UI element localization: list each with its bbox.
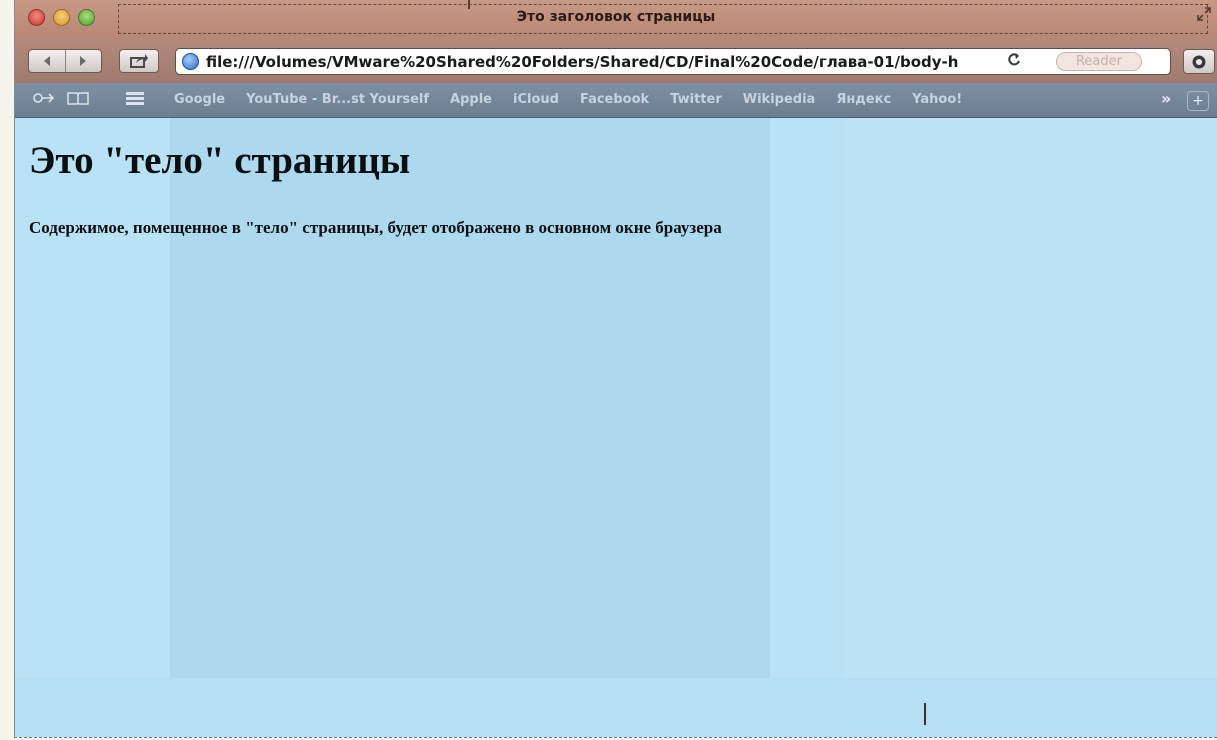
- page-paragraph: Содержимое, помещенное в "тело" страницы…: [29, 218, 722, 237]
- bookmark-icloud[interactable]: iCloud: [513, 92, 559, 107]
- top-sites-grid-icon[interactable]: [125, 91, 145, 109]
- bookmark-twitter[interactable]: Twitter: [670, 92, 722, 107]
- reload-icon[interactable]: [1007, 52, 1021, 72]
- bookmark-yandex[interactable]: Яндекс: [836, 92, 891, 107]
- page-heading: Это "тело" страницы: [29, 139, 411, 182]
- address-bar[interactable]: file:///Volumes/VMware%20Shared%20Folder…: [175, 48, 1171, 75]
- back-forward-group: [28, 49, 102, 73]
- reading-list-icon[interactable]: [33, 91, 55, 109]
- fullscreen-icon[interactable]: [1197, 7, 1211, 21]
- download-icon: [1192, 55, 1206, 68]
- background-shade-right: [845, 118, 1217, 737]
- globe-icon: [182, 53, 199, 70]
- forward-button[interactable]: [64, 50, 102, 72]
- bookmark-apple[interactable]: Apple: [450, 92, 492, 107]
- bookmark-yahoo[interactable]: Yahoo!: [912, 92, 962, 107]
- bookmarks-list: Google YouTube - Br...st Yourself Apple …: [174, 92, 983, 107]
- bookmarks-book-icon[interactable]: [67, 91, 89, 109]
- page-content: Это "тело" страницы Содержимое, помещенн…: [15, 118, 1217, 737]
- browser-toolbar: file:///Volumes/VMware%20Shared%20Folder…: [15, 38, 1217, 83]
- window-title: Это заголовок страницы: [516, 9, 716, 25]
- forward-arrow-icon: [80, 56, 87, 66]
- background-shade-left: [170, 118, 770, 678]
- share-button[interactable]: [119, 49, 159, 73]
- bookmark-google[interactable]: Google: [174, 92, 225, 107]
- bookmark-facebook[interactable]: Facebook: [580, 92, 649, 107]
- more-bookmarks-button[interactable]: »: [1161, 89, 1171, 108]
- share-icon: [130, 54, 148, 68]
- bookmarks-bar: Google YouTube - Br...st Yourself Apple …: [15, 83, 1217, 118]
- reader-button[interactable]: Reader: [1056, 52, 1142, 71]
- back-button[interactable]: [29, 50, 65, 72]
- url-text[interactable]: file:///Volumes/VMware%20Shared%20Folder…: [206, 53, 1001, 71]
- text-cursor: [924, 703, 926, 725]
- new-tab-button[interactable]: +: [1187, 91, 1209, 111]
- browser-window: Это заголовок страницы file:///Volumes/V…: [14, 0, 1217, 738]
- downloads-button[interactable]: [1183, 49, 1215, 74]
- bookmark-youtube[interactable]: YouTube - Br...st Yourself: [246, 92, 429, 107]
- title-bar: Это заголовок страницы: [15, 0, 1217, 39]
- background-shade-bottom: [15, 678, 1217, 737]
- bookmark-wikipedia[interactable]: Wikipedia: [743, 92, 816, 107]
- back-arrow-icon: [43, 56, 50, 66]
